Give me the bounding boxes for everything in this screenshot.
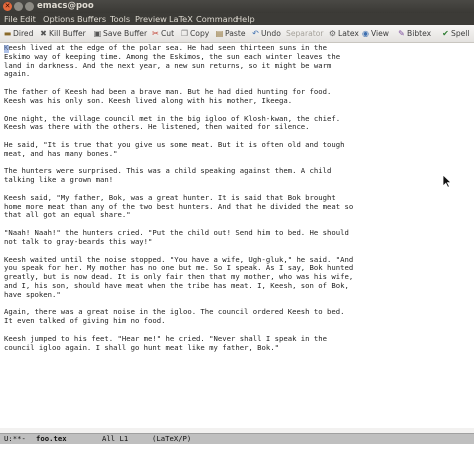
spell-check-icon: ✔	[442, 28, 449, 38]
menu-buffers[interactable]: Buffers	[77, 13, 106, 25]
menu-latex[interactable]: LaTeX	[169, 13, 193, 25]
title-bar[interactable]: ✕ emacs@poo	[0, 0, 474, 13]
text-cursor	[4, 45, 9, 53]
view-button[interactable]: ◉ View	[361, 26, 389, 41]
text-line: that all got an equal share."	[4, 210, 131, 220]
menu-file[interactable]: File	[4, 13, 18, 25]
menu-command[interactable]: Command	[196, 13, 238, 25]
scissors-icon: ✂	[152, 28, 159, 38]
menu-help[interactable]: Help	[236, 13, 255, 25]
text-line: have spoken."	[4, 289, 61, 299]
kill-buffer-button[interactable]: ✖ Kill Buffer	[39, 26, 86, 41]
cut-button[interactable]: ✂ Cut	[151, 26, 174, 41]
bibtex-icon: ✎	[398, 28, 405, 38]
menu-preview[interactable]: Preview	[135, 13, 167, 25]
menu-tools[interactable]: Tools	[110, 13, 130, 25]
bibtex-button[interactable]: ✎ Bibtex	[397, 26, 431, 41]
mode-line: U:**- foo.tex All L1 (LaTeX/P)	[0, 433, 474, 444]
view-icon: ◉	[362, 28, 369, 38]
text-line: talking like a grown man!	[4, 175, 114, 185]
menu-bar: File Edit Options Buffers Tools Preview …	[0, 13, 474, 25]
text-line: meat, and has many bones."	[4, 148, 118, 158]
save-icon: ▣	[93, 28, 102, 38]
text-line: land in darkness. And the next year, a n…	[4, 60, 332, 70]
close-icon: ✖	[40, 28, 47, 38]
text-editor-area[interactable]: Keesh lived at the edge of the polar sea…	[0, 43, 474, 428]
undo-button[interactable]: ↶ Undo	[251, 26, 281, 41]
buffer-status: U:**-	[4, 434, 26, 443]
undo-icon: ↶	[252, 28, 259, 38]
minibuffer[interactable]	[0, 444, 474, 453]
emacs-window: ✕ emacs@poo File Edit Options Buffers To…	[0, 0, 474, 453]
buffer-position: All L1	[102, 434, 129, 443]
gear-icon: ⚙	[328, 28, 337, 38]
latex-button[interactable]: ⚙ Latex	[328, 26, 359, 41]
copy-icon: ❐	[180, 28, 189, 38]
buffer-text: Keesh lived at the edge of the polar sea…	[4, 43, 353, 352]
maximize-window-button[interactable]	[25, 2, 34, 11]
buffer-filename[interactable]: foo.tex	[36, 434, 67, 444]
folder-icon: ▬	[3, 28, 12, 38]
menu-options[interactable]: Options	[43, 13, 75, 25]
close-window-button[interactable]: ✕	[3, 2, 12, 11]
copy-button[interactable]: ❐ Copy	[180, 26, 209, 41]
text-line: It even talked of giving him no food.	[4, 316, 166, 326]
window-title: emacs@poo	[37, 1, 94, 11]
text-line: Keesh was his only son. Keesh lived alon…	[4, 95, 293, 105]
save-buffer-button[interactable]: ▣ Save Buffer	[93, 26, 147, 41]
tool-bar: ▬ Dired ✖ Kill Buffer ▣ Save Buffer ✂ Cu…	[0, 25, 474, 43]
dired-button[interactable]: ▬ Dired	[3, 26, 34, 41]
paste-button[interactable]: ▤ Paste	[215, 26, 246, 41]
text-line: not talk to gray-beards this way!"	[4, 236, 153, 246]
paste-icon: ▤	[215, 28, 224, 38]
text-line: council igloo again. I shall go hunt mea…	[4, 342, 279, 352]
spell-button[interactable]: ✔ Spell	[441, 26, 469, 41]
text-line: again.	[4, 69, 31, 79]
separator-button: Separator	[286, 29, 324, 38]
minimize-window-button[interactable]	[14, 2, 23, 11]
text-line: Keesh was there with the others. He list…	[4, 122, 310, 132]
major-mode[interactable]: (LaTeX/P)	[152, 434, 191, 444]
menu-edit[interactable]: Edit	[20, 13, 36, 25]
mouse-pointer-icon	[442, 174, 452, 188]
